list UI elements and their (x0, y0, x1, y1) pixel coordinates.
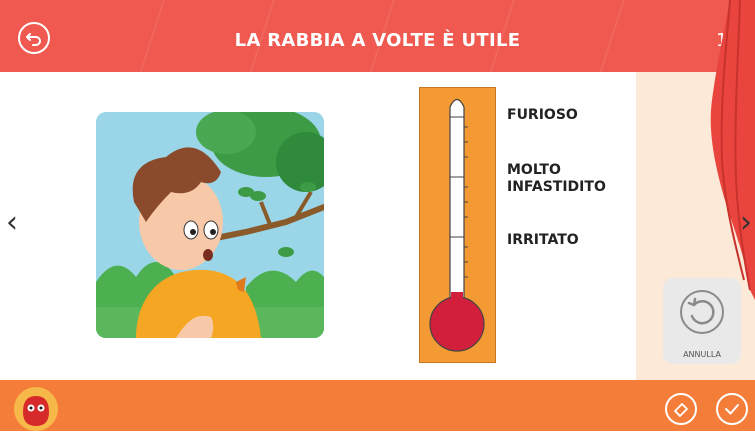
stage-curtain (710, 0, 755, 300)
undo-label: ANNULLA (683, 350, 721, 359)
boy-illustration (96, 112, 324, 338)
checkmark-icon (725, 404, 739, 415)
confirm-button[interactable] (716, 393, 748, 425)
previous-arrow-icon[interactable]: ‹ (6, 205, 18, 240)
undo-button[interactable]: ANNULLA (663, 278, 741, 364)
page-title: LA RABBIA A VOLTE È UTILE (234, 30, 521, 51)
next-arrow-icon[interactable]: › (740, 205, 752, 240)
thermometer-label-molto-infastidito: MOLTO INFASTIDITO (507, 162, 606, 195)
eraser-button[interactable] (665, 393, 697, 425)
thermometer-icon (429, 98, 485, 352)
thermometer-label-irritato: IRRITATO (507, 232, 579, 248)
thermometer-label-furioso: FURIOSO (507, 107, 578, 123)
undo-icon (680, 290, 724, 334)
eraser-icon (674, 403, 688, 417)
footer-bar (0, 380, 755, 431)
mascot-avatar (14, 387, 58, 431)
